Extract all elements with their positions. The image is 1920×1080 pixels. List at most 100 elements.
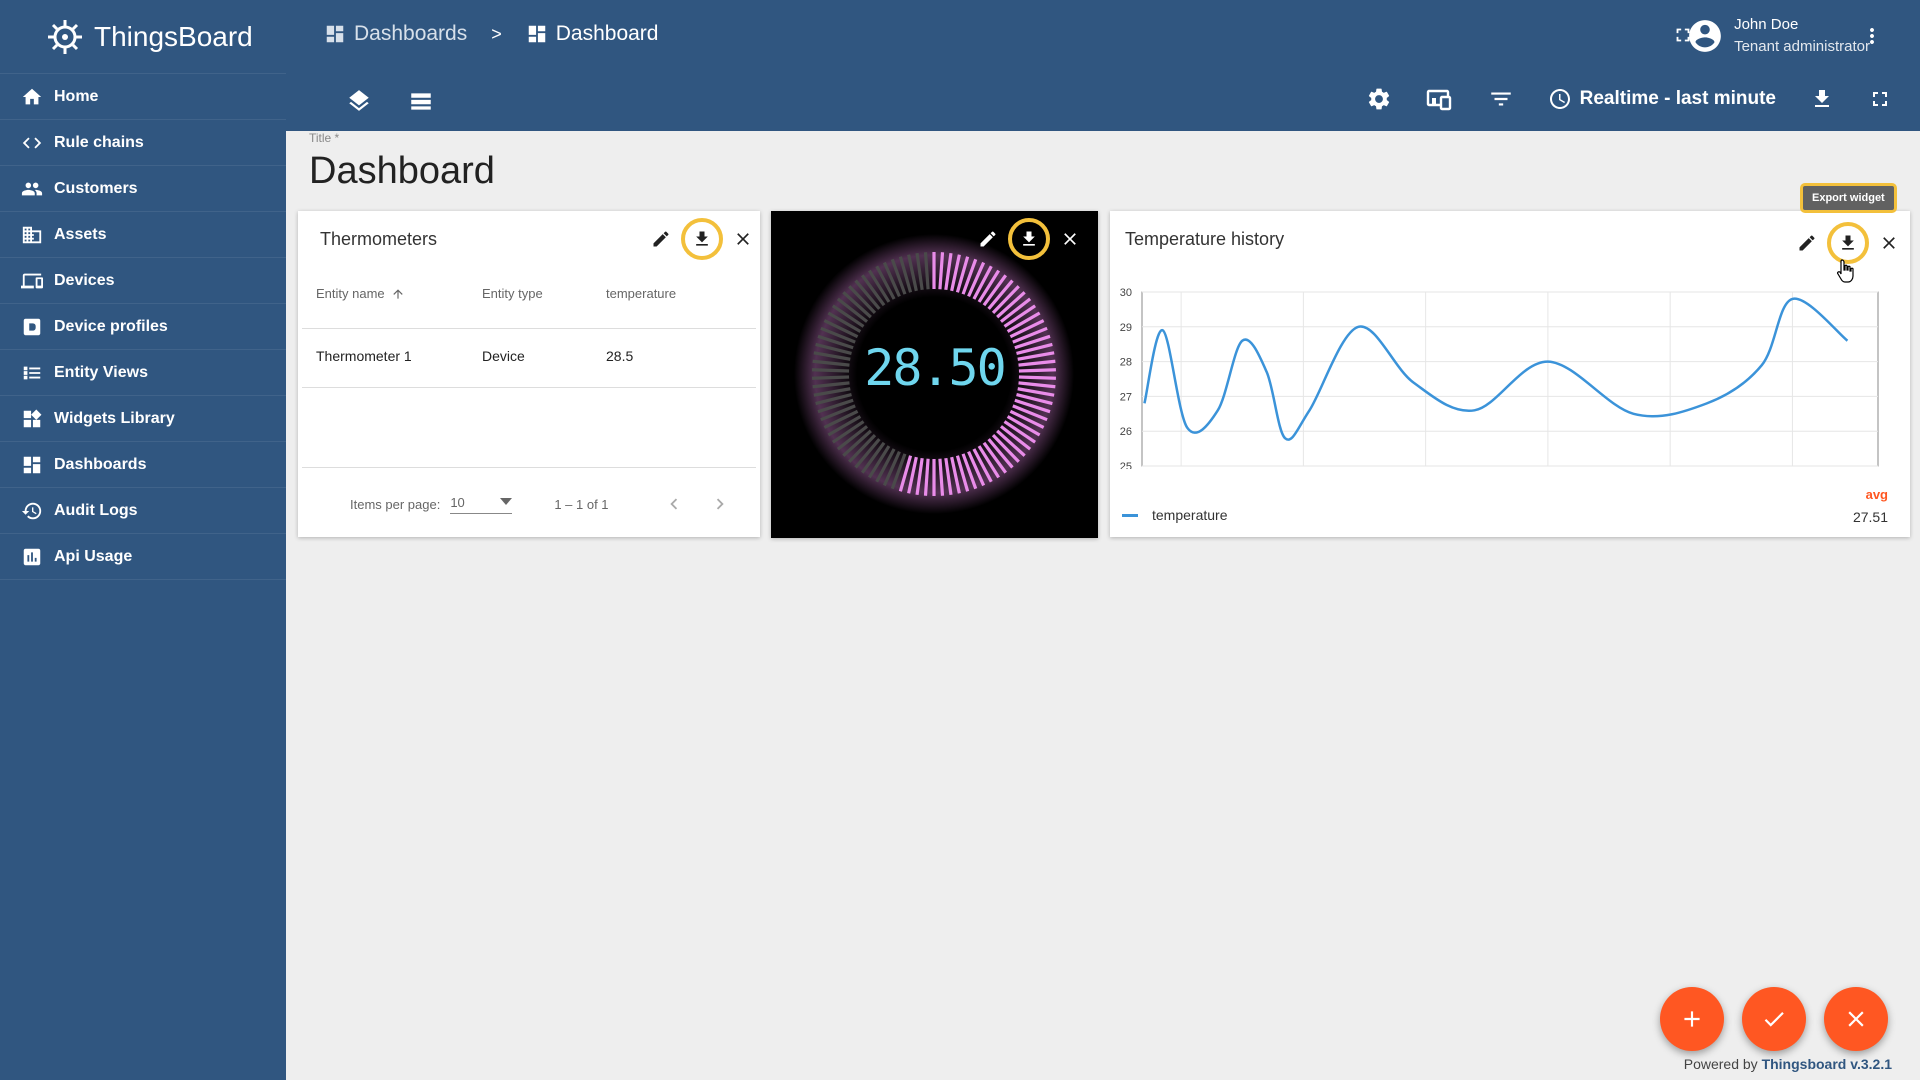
settings-button[interactable] — [1366, 86, 1392, 112]
next-page-button[interactable] — [709, 493, 731, 515]
dashboards-icon — [20, 453, 44, 477]
sidebar: ThingsBoard Home Rule chains Customers Asse… — [0, 0, 286, 1080]
table-row[interactable]: Thermometer 1 Device 28.5 — [316, 348, 746, 364]
y-tick-label: 26 — [1120, 426, 1132, 438]
powered-by-prefix: Powered by — [1683, 1056, 1758, 1072]
entity-views-icon — [20, 361, 44, 385]
filter-icon — [1490, 92, 1511, 106]
export-widget-button[interactable] — [1008, 218, 1050, 260]
download-icon — [1815, 90, 1829, 107]
gauge-value: 28.50 — [864, 339, 1007, 397]
app-name: ThingsBoard — [94, 20, 253, 52]
clock-icon — [1549, 89, 1570, 109]
devices-icon — [20, 269, 44, 293]
edit-widget-button[interactable] — [978, 229, 998, 249]
breadcrumb-dashboards[interactable]: Dashboards — [324, 22, 467, 46]
sidebar-item-dashboards[interactable]: Dashboards — [0, 442, 286, 488]
apply-changes-button[interactable] — [1742, 987, 1806, 1051]
decline-changes-button[interactable] — [1824, 987, 1888, 1051]
pencil-icon — [1799, 235, 1815, 251]
previous-page-button[interactable] — [663, 493, 685, 515]
export-widget-tooltip: Export widget — [1800, 183, 1897, 213]
items-per-page-select[interactable]: 10 — [450, 495, 513, 514]
divider — [302, 328, 756, 329]
export-dashboard-button[interactable] — [1810, 87, 1834, 111]
sidebar-item-customers[interactable]: Customers — [0, 166, 286, 212]
user-role: Tenant administrator — [1734, 38, 1870, 55]
download-icon — [1023, 231, 1035, 246]
sidebar-item-devices[interactable]: Devices — [0, 258, 286, 304]
column-header-entity-type[interactable]: Entity type — [482, 286, 606, 301]
dashboard-fullscreen-button[interactable] — [1868, 87, 1892, 111]
sidebar-item-entity-views[interactable]: Entity Views — [0, 350, 286, 396]
more-menu-button[interactable] — [1860, 24, 1884, 48]
widget-actions — [978, 218, 1080, 260]
chevron-right-icon — [716, 498, 724, 510]
y-tick-label: 30 — [1120, 287, 1132, 299]
column-header-label: Entity name — [316, 286, 385, 301]
temperature-chart: 252627282930 16:24:2016:24:3016:24:4016:… — [1120, 287, 1879, 469]
sidebar-item-label: Entity Views — [54, 363, 148, 381]
items-per-page-label: Items per page: — [350, 496, 441, 512]
sidebar-item-label: Api Usage — [54, 547, 133, 565]
dashboard-icon — [528, 25, 545, 43]
sidebar-item-device-profiles[interactable]: Device profiles — [0, 304, 286, 350]
check-icon — [1764, 1012, 1784, 1027]
sidebar-item-label: Devices — [54, 271, 115, 289]
sidebar-item-label: Assets — [54, 225, 107, 243]
breadcrumb-separator: > — [491, 23, 502, 44]
series-line-temperature — [1143, 297, 1849, 441]
dashboard-toolbar-right: Realtime - last minute — [1366, 86, 1892, 112]
remove-widget-button[interactable] — [1060, 229, 1080, 249]
close-icon — [1064, 233, 1076, 245]
layouts-button[interactable] — [408, 88, 434, 114]
sidebar-item-label: Customers — [54, 179, 138, 197]
y-tick-label: 27 — [1120, 391, 1132, 403]
remove-widget-button[interactable] — [1879, 233, 1899, 253]
timeseries-chart-widget: Temperature history 252627282930 16:24:2… — [1110, 211, 1910, 537]
page-range: 1 – 1 of 1 — [554, 496, 609, 512]
cell-temperature: 28.5 — [606, 348, 634, 364]
sidebar-item-widgets-library[interactable]: Widgets Library — [0, 396, 286, 442]
gear-icon — [1368, 88, 1389, 110]
breadcrumb-label: Dashboard — [555, 22, 659, 45]
powered-by: Powered by Thingsboard v.3.2.1 — [1684, 1056, 1892, 1072]
column-header-label: Entity type — [482, 286, 543, 301]
widget-title: Temperature history — [1125, 229, 1285, 249]
hand-cursor-icon — [1837, 259, 1854, 283]
user-menu[interactable]: John Doe Tenant administrator — [1686, 14, 1870, 58]
customers-icon — [20, 177, 44, 201]
account-circle-icon — [1689, 20, 1721, 52]
column-header-entity-name[interactable]: Entity name — [316, 286, 482, 301]
timewindow-button[interactable]: Realtime - last minute — [1548, 87, 1776, 111]
legend-value: 27.51 — [1852, 509, 1888, 525]
timewindow-label: Realtime - last minute — [1579, 88, 1776, 109]
edit-widget-button[interactable] — [1797, 233, 1817, 253]
sidebar-item-label: Device profiles — [54, 317, 168, 335]
cell-entity-type: Device — [482, 348, 525, 364]
filters-button[interactable] — [1488, 86, 1514, 112]
sidebar-item-assets[interactable]: Assets — [0, 212, 286, 258]
layers-button[interactable] — [346, 88, 372, 114]
chevron-left-icon — [669, 498, 677, 510]
add-widget-button[interactable] — [1660, 987, 1724, 1051]
divider — [302, 387, 756, 388]
close-icon — [1883, 237, 1895, 249]
api-usage-icon — [20, 545, 44, 569]
sidebar-item-api-usage[interactable]: Api Usage — [0, 534, 286, 580]
column-header-temperature[interactable]: temperature — [606, 286, 746, 301]
cell-entity-name: Thermometer 1 — [316, 348, 412, 364]
version-link[interactable]: Thingsboard v.3.2.1 — [1762, 1056, 1892, 1072]
logo[interactable]: ThingsBoard — [0, 0, 286, 74]
legend-item[interactable]: temperature — [1122, 507, 1227, 523]
entities-table: Entity name Entity type temperature Ther… — [298, 211, 760, 537]
dashboard-title-field[interactable]: Dashboard — [309, 150, 495, 193]
user-name: John Doe — [1734, 16, 1799, 33]
sidebar-item-home[interactable]: Home — [0, 74, 286, 120]
sidebar-item-audit-logs[interactable]: Audit Logs — [0, 488, 286, 534]
divider — [302, 467, 756, 468]
entities-table-widget: Thermometers Entity name Entity type tem… — [298, 211, 760, 537]
sidebar-item-rule-chains[interactable]: Rule chains — [0, 120, 286, 166]
title-field-label: Title * — [309, 131, 340, 145]
entity-aliases-button[interactable] — [1426, 86, 1454, 112]
